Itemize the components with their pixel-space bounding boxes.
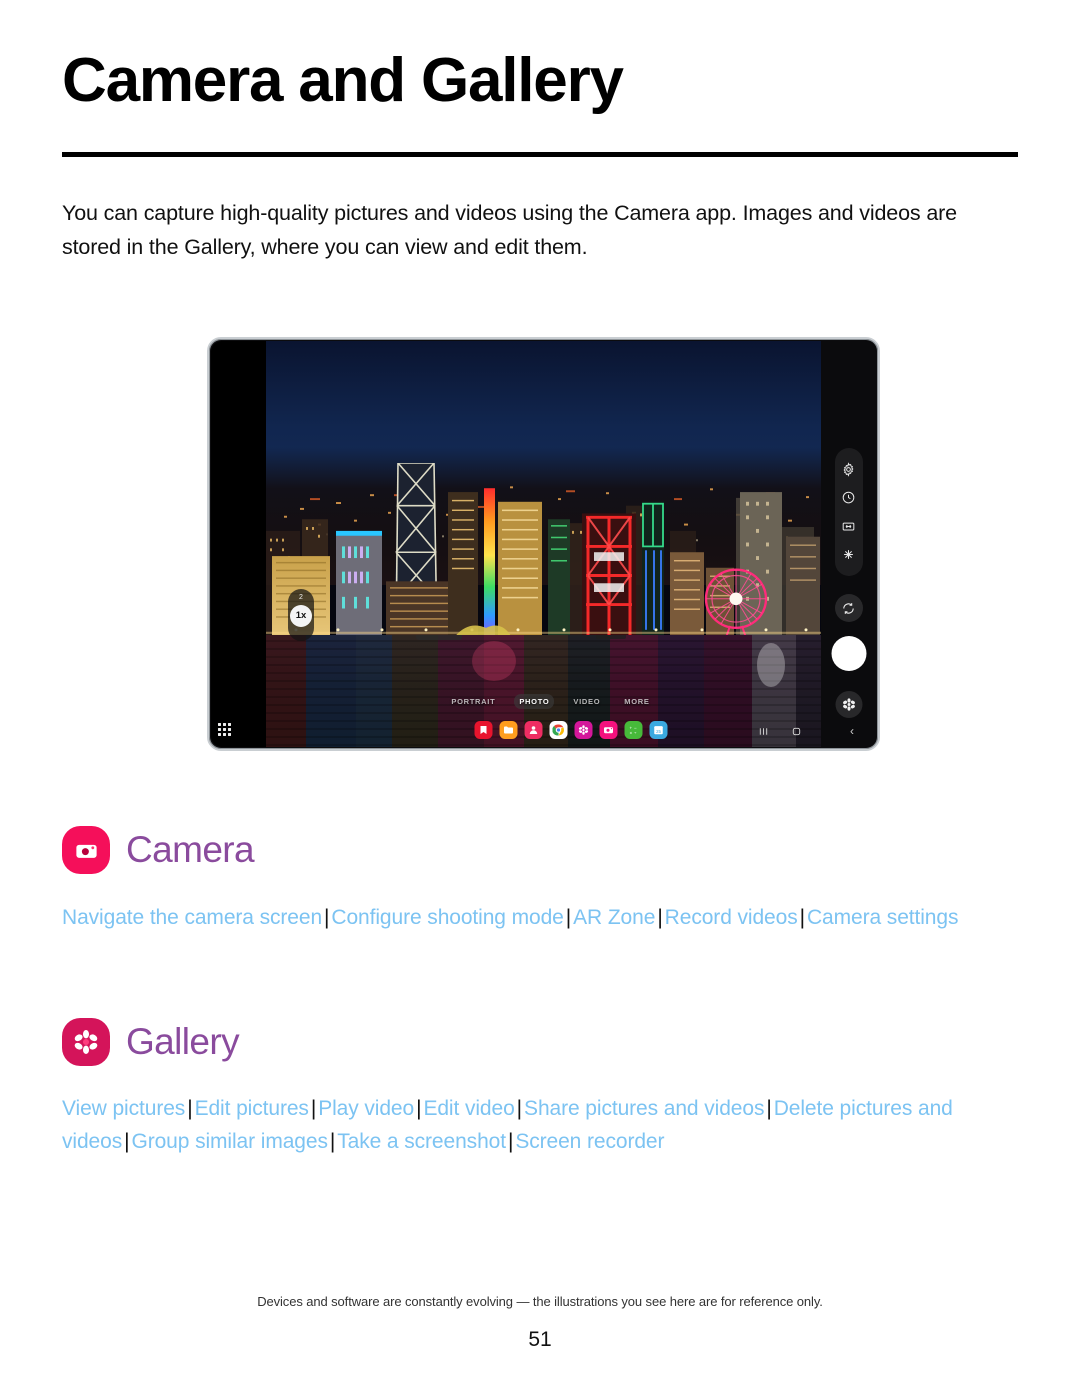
samsung-internet-icon[interactable]	[474, 721, 493, 739]
page-title: Camera and Gallery	[62, 46, 624, 115]
aspect-ratio-icon[interactable]	[841, 519, 856, 534]
page-number: 51	[528, 1328, 552, 1351]
tablet-illustration: 2 1x PORTRAIT PHOTO VIDEO MORE + − × ÷ 2…	[207, 337, 880, 751]
zoom-level-current[interactable]: 1x	[290, 604, 312, 627]
link-separator: |	[799, 906, 805, 929]
link-edit-video[interactable]: Edit video	[423, 1097, 514, 1120]
camera-viewfinder: 2 1x PORTRAIT PHOTO VIDEO MORE	[266, 341, 829, 747]
zoom-level-2[interactable]: 2	[299, 593, 303, 602]
zoom-control[interactable]: 2 1x	[288, 588, 314, 641]
calendar-icon[interactable]: 25	[649, 721, 668, 739]
title-divider	[62, 152, 1018, 157]
chrome-icon[interactable]	[549, 721, 568, 739]
link-record-videos[interactable]: Record videos	[665, 906, 798, 929]
mode-portrait[interactable]: PORTRAIT	[446, 694, 500, 709]
link-configure-shooting-mode[interactable]: Configure shooting mode	[331, 906, 563, 929]
link-share-pictures-and-videos[interactable]: Share pictures and videos	[524, 1097, 764, 1120]
gallery-section-title: Gallery	[126, 1021, 240, 1062]
link-view-pictures[interactable]: View pictures	[62, 1097, 185, 1120]
svg-text:×: ×	[630, 731, 633, 736]
camera-mode-selector[interactable]: PORTRAIT PHOTO VIDEO MORE	[266, 694, 829, 709]
settings-gear-icon[interactable]	[841, 462, 856, 477]
link-separator: |	[766, 1097, 772, 1120]
camera-section-header: Camera	[62, 826, 255, 874]
footnote: Devices and software are constantly evol…	[257, 1294, 823, 1309]
timer-icon[interactable]	[841, 490, 856, 505]
home-icon[interactable]	[791, 726, 802, 737]
flower-glyph	[74, 1029, 98, 1055]
link-separator: |	[507, 1130, 514, 1153]
effects-sparkle-icon[interactable]	[841, 547, 856, 562]
apps-grid-icon[interactable]	[218, 723, 232, 737]
tablet-frame: 2 1x PORTRAIT PHOTO VIDEO MORE + − × ÷ 2…	[207, 337, 880, 751]
link-separator: |	[516, 1097, 523, 1120]
svg-text:25: 25	[656, 729, 661, 734]
taskbar-app-icons: + − × ÷ 25	[474, 721, 668, 739]
svg-text:−: −	[634, 726, 637, 731]
link-group-similar-images[interactable]: Group similar images	[131, 1130, 328, 1153]
link-navigate-camera-screen[interactable]: Navigate the camera screen	[62, 906, 322, 929]
manual-page: Camera and Gallery You can capture high-…	[0, 0, 1080, 1397]
intro-paragraph: You can capture high-quality pictures an…	[62, 201, 957, 259]
svg-text:+: +	[630, 726, 633, 731]
link-screen-recorder[interactable]: Screen recorder	[515, 1130, 664, 1153]
link-take-a-screenshot[interactable]: Take a screenshot	[337, 1130, 506, 1153]
gallery-links: View pictures|Edit pictures|Play video|E…	[62, 1092, 1012, 1158]
camera-glyph	[75, 844, 97, 858]
link-edit-pictures[interactable]: Edit pictures	[195, 1097, 309, 1120]
camera-section-title: Camera	[126, 829, 255, 870]
camera-controls-rail	[821, 341, 876, 747]
recents-icon[interactable]	[758, 726, 769, 737]
switch-camera-icon[interactable]	[834, 594, 863, 622]
mode-video[interactable]: VIDEO	[568, 694, 605, 709]
svg-text:÷: ÷	[634, 731, 637, 736]
shutter-button[interactable]	[831, 636, 866, 671]
link-ar-zone[interactable]: AR Zone	[573, 906, 655, 929]
tablet-screen: 2 1x PORTRAIT PHOTO VIDEO MORE + − × ÷ 2…	[211, 341, 876, 747]
link-separator: |	[329, 1130, 336, 1153]
link-separator: |	[657, 906, 663, 929]
link-separator: |	[187, 1097, 193, 1120]
contacts-icon[interactable]	[524, 721, 543, 739]
camera-quick-settings	[834, 448, 863, 576]
link-play-video[interactable]: Play video	[318, 1097, 414, 1120]
mode-photo[interactable]: PHOTO	[514, 694, 555, 709]
mode-more[interactable]: MORE	[619, 694, 654, 709]
gallery-flower-icon	[842, 698, 855, 711]
camera-icon[interactable]	[599, 721, 618, 739]
gallery-preview-icon[interactable]	[835, 691, 862, 718]
camera-links: Navigate the camera screen|Configure sho…	[62, 901, 1012, 934]
link-camera-settings[interactable]: Camera settings	[807, 906, 959, 929]
gallery-section-header: Gallery	[62, 1018, 240, 1066]
link-separator: |	[324, 906, 330, 929]
city-skyline	[266, 462, 829, 638]
gallery-app-icon	[62, 1018, 110, 1066]
gallery-icon[interactable]	[574, 721, 593, 739]
calculator-icon[interactable]: + − × ÷	[624, 721, 643, 739]
link-separator: |	[565, 906, 572, 929]
back-icon[interactable]: ‹	[850, 725, 854, 737]
navigation-bar	[758, 726, 802, 737]
link-separator: |	[310, 1097, 317, 1120]
my-files-icon[interactable]	[499, 721, 518, 739]
camera-app-icon	[62, 826, 110, 874]
tablet-taskbar: + − × ÷ 25 ‹	[218, 717, 876, 741]
